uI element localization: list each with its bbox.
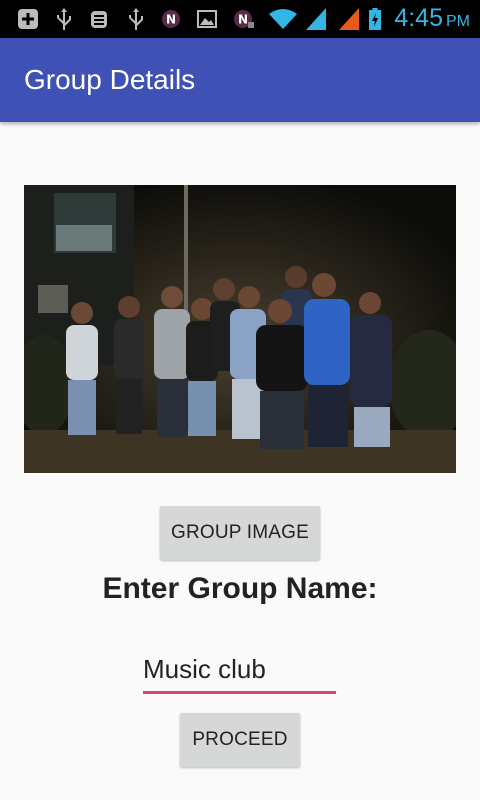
group-image-button[interactable]: GROUP IMAGE xyxy=(160,506,320,560)
add-notification-icon xyxy=(16,8,40,30)
clock-ampm: PM xyxy=(446,13,470,30)
n-app-icon: N xyxy=(232,8,256,30)
usb-icon xyxy=(54,8,74,30)
clock-time: 4:45 xyxy=(394,4,443,32)
proceed-button[interactable]: PROCEED xyxy=(180,713,300,767)
field-underline xyxy=(143,691,336,694)
svg-text:N: N xyxy=(238,13,248,27)
group-image xyxy=(24,185,456,473)
battery-icon xyxy=(368,8,382,30)
signal-sim2-icon xyxy=(336,8,362,30)
group-name-value[interactable]: Music club xyxy=(143,654,266,685)
clock: 4:45 PM xyxy=(394,4,470,36)
group-name-label: Enter Group Name: xyxy=(102,572,378,605)
wifi-icon xyxy=(268,8,298,30)
usb-icon xyxy=(126,8,146,30)
signal-sim1-icon xyxy=(304,8,328,30)
android-debug-icon xyxy=(87,8,111,30)
page-title: Group Details xyxy=(24,64,196,95)
group-name-field[interactable]: Music club xyxy=(143,650,336,694)
n-app-icon: N xyxy=(160,8,182,30)
svg-text:N: N xyxy=(166,13,176,27)
status-bar: N N 4:45 PM xyxy=(0,0,480,38)
image-icon xyxy=(196,8,218,30)
app-bar: Group Details xyxy=(0,38,480,122)
